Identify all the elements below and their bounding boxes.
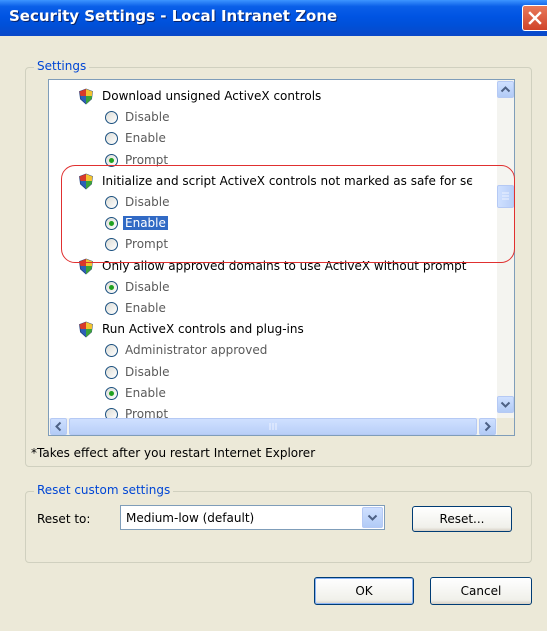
radio-icon[interactable] [105,408,118,418]
radio-icon[interactable] [105,344,118,357]
window-title: Security Settings - Local Intranet Zone [9,7,338,25]
reset-level-value: Medium-low (default) [126,511,255,525]
chevron-down-icon [500,401,511,408]
security-shield-icon [79,88,93,105]
setting-header-label: Only allow approved domains to use Activ… [102,259,467,273]
scroll-down-button[interactable] [497,396,514,413]
reset-level-select[interactable]: Medium-low (default) [120,505,385,530]
scroll-right-button[interactable] [479,418,496,435]
setting-option-label: Prompt [125,237,169,251]
cancel-button[interactable]: Cancel [430,577,532,605]
setting-option-label: Prompt [125,407,169,418]
radio-checked-icon[interactable] [105,154,118,167]
reset-to-label: Reset to: [37,512,91,526]
radio-icon[interactable] [105,196,118,209]
setting-option-label: Disable [125,280,170,294]
reset-button[interactable]: Reset... [412,506,512,532]
horizontal-scroll-thumb[interactable] [69,418,477,435]
security-shield-icon [79,258,93,275]
setting-header-label: Download unsigned ActiveX controls [102,89,322,103]
radio-icon[interactable] [105,132,118,145]
vertical-scroll-thumb[interactable] [497,185,514,208]
chevron-left-icon [55,421,62,432]
cancel-button-label: Cancel [460,584,502,598]
chevron-down-icon [367,514,378,521]
close-button[interactable] [522,5,547,31]
setting-option-label: Enable [125,301,166,315]
security-settings-dialog: Security Settings - Local Intranet Zone … [0,0,547,631]
reset-legend: Reset custom settings [34,483,174,497]
restart-note: *Takes effect after you restart Internet… [31,446,316,460]
chevron-right-icon [484,421,491,432]
grip-icon [269,423,277,430]
scroll-up-button[interactable] [497,81,514,98]
radio-icon[interactable] [105,238,118,251]
vertical-scrollbar[interactable] [497,80,514,418]
radio-checked-icon[interactable] [105,281,118,294]
ok-button[interactable]: OK [314,577,414,605]
setting-option-label: Disable [125,195,170,209]
setting-option-label: Administrator approved [125,343,268,357]
setting-option-label: Disable [125,365,170,379]
setting-option-label: Enable [125,386,166,400]
scrollbar-corner [497,418,514,435]
radio-icon[interactable] [105,111,118,124]
security-shield-icon [79,321,93,338]
settings-list-content: Download unsigned ActiveX controls Disabl… [49,80,498,418]
settings-legend: Settings [34,59,90,73]
settings-list[interactable]: Download unsigned ActiveX controls Disabl… [48,79,515,436]
setting-option-label: Enable [125,131,166,145]
radio-icon[interactable] [105,366,118,379]
security-shield-icon [79,173,93,190]
title-bar[interactable]: Security Settings - Local Intranet Zone [0,0,547,36]
setting-option-label: Enable [123,216,168,230]
grip-icon [502,192,509,200]
chevron-up-icon [500,86,511,93]
ok-button-label: OK [355,584,373,598]
radio-checked-icon[interactable] [105,217,118,230]
dropdown-button[interactable] [362,507,383,528]
horizontal-scrollbar[interactable] [49,418,497,435]
reset-button-label: Reset... [439,512,485,526]
setting-header-label: Run ActiveX controls and plug-ins [102,322,304,336]
setting-option-label: Prompt [125,153,169,167]
scroll-left-button[interactable] [50,418,67,435]
close-icon [528,11,542,25]
setting-header-label: Initialize and script ActiveX controls n… [102,174,473,188]
radio-icon[interactable] [105,302,118,315]
setting-option-label: Disable [125,110,170,124]
radio-checked-icon[interactable] [105,387,118,400]
